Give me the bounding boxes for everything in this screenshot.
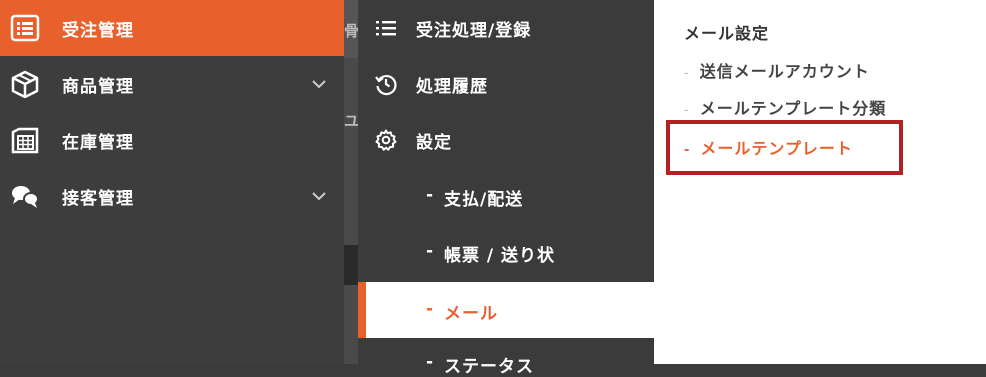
nav-label: 在庫管理 [62,133,134,153]
sub-item-order-processing[interactable]: 受注処理/登録 [358,0,654,56]
nav-label: 受注管理 [62,21,134,41]
settings-child-forms-invoices[interactable]: - 帳票 / 送り状 [358,224,654,280]
chat-bubbles-icon [10,182,40,210]
sub-item-settings[interactable]: 設定 [358,112,654,168]
background-text: ユ [344,112,360,130]
bullet-dash: - [426,185,434,205]
bullet-dash: - [426,241,434,261]
child-label: ステータス [444,357,534,377]
panel-item-sending-account[interactable]: - 送信メールアカウント [684,58,870,84]
warehouse-icon [10,126,40,154]
nav-label: 接客管理 [62,189,134,209]
mail-settings-panel: メール設定 - 送信メールアカウント - メールテンプレート分類 - メールテンプレー… [654,0,986,364]
order-list-icon [10,14,40,42]
highlight-annotation-box [666,120,903,175]
nav-item-customer-service[interactable]: 接客管理 [0,168,344,224]
child-label: 帳票 / 送り状 [444,246,556,266]
sub-sidebar: 受注処理/登録 処理履歴 設定 - 支払/配送 - 帳票 / 送り状 - メール… [358,0,654,377]
chevron-down-icon[interactable] [310,188,328,202]
history-icon [374,72,398,96]
panel-item-template-category[interactable]: - メールテンプレート分類 [684,95,886,121]
background-text: 骨 [344,22,360,40]
chevron-down-icon[interactable] [310,76,328,90]
bullet-dash: - [426,352,434,372]
panel-item-label: メールテンプレート分類 [699,99,887,118]
nav-item-inventory-management[interactable]: 在庫管理 [0,112,344,168]
panel-item-label: 送信メールアカウント [699,62,870,81]
panel-title: メール設定 [684,24,770,43]
main-sidebar: 受注管理 商品管理 在庫管理 接客管理 [0,0,344,364]
settings-child-payment-shipping[interactable]: - 支払/配送 [358,168,654,224]
sub-item-label: 設定 [416,133,452,153]
sub-item-processing-history[interactable]: 処理履歴 [358,56,654,112]
settings-child-status[interactable]: - ステータス [358,300,654,377]
bullet-dash: - [684,103,690,118]
nav-item-product-management[interactable]: 商品管理 [0,56,344,112]
sub-item-label: 受注処理/登録 [416,21,532,41]
bullet-dash: - [684,66,690,81]
nav-label: 商品管理 [62,77,134,97]
background-fragment: 骨 ユ [344,0,360,364]
list-icon [374,16,398,40]
nav-item-order-management[interactable]: 受注管理 [0,0,344,56]
sub-item-label: 処理履歴 [416,77,488,97]
gear-icon [374,128,398,152]
product-box-icon [10,70,40,98]
child-label: 支払/配送 [444,190,524,210]
background-block [344,245,358,285]
